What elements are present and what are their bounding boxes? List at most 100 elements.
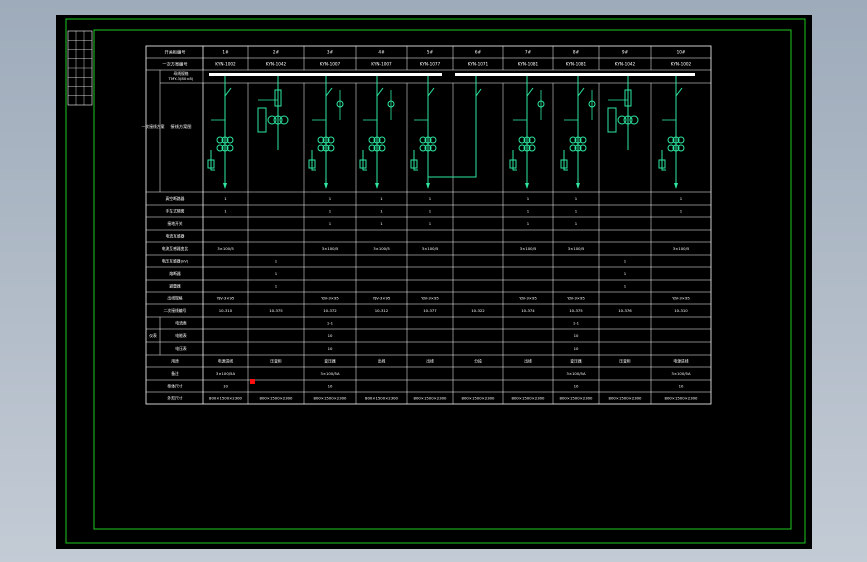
cabinet-number: 9# (622, 49, 629, 54)
cell-value: 3×100/5 (422, 246, 439, 251)
cell-value: 1 (329, 196, 332, 201)
breaker-contact (675, 87, 683, 97)
cell-value: 10-310 (674, 308, 688, 313)
cell-value: 1 (527, 208, 530, 213)
meter-label: 电流表 (175, 320, 187, 325)
row-label: 二次接线编号 (164, 308, 187, 313)
row-label: 熔断器 (169, 271, 181, 276)
cell-value: 电源进线 (218, 358, 233, 363)
cell-value: 1 (329, 208, 332, 213)
cell-value: 10-375 (569, 308, 583, 313)
cell-value: 出线 (426, 358, 434, 363)
busbar-right (455, 73, 695, 76)
cell-value: 1 (429, 196, 432, 201)
cell-value: 800×1500×2300 (609, 395, 643, 400)
cell-value: 10-374 (521, 308, 535, 313)
breaker-cabinet-scheme (560, 76, 596, 189)
cell-value: YJV-3×95 (217, 295, 235, 300)
cabinet-number: 2# (273, 49, 280, 54)
row-label: 电流互感器 (166, 233, 185, 238)
cabinet-number: 4# (378, 49, 385, 54)
cabinet-number: 3# (327, 49, 334, 54)
scheme-number: KYN-1007 (371, 61, 392, 66)
arrester (257, 107, 267, 133)
busbar-left (209, 73, 442, 76)
scheme-number: KYN-1007 (320, 61, 341, 66)
scheme-number: KYN-1081 (566, 61, 587, 66)
cell-value: 800×1500×2300 (665, 395, 699, 400)
breaker-contact (427, 87, 435, 97)
cell-value: 800×1500×2300 (209, 395, 243, 400)
pt-coil (629, 115, 639, 125)
cell-value: 3×100/5 (673, 246, 690, 251)
cell-value: 3×100/5A (566, 371, 586, 376)
cell-value: 压变柜 (619, 358, 631, 363)
cell-value: 1 (429, 221, 432, 226)
cell-value: 10-375 (269, 308, 283, 313)
drawing-canvas[interactable]: 开关柜编号一次方案编号 1# KYN-1002 2# KYN-1042 3# KYN-100… (0, 0, 867, 562)
arrow (324, 183, 328, 189)
cabinet-number: 6# (475, 49, 482, 54)
cell-value: 1 (380, 208, 383, 213)
row-label: 外形尺寸 (167, 395, 182, 400)
cell-value: YJV-3×95 (373, 295, 391, 300)
cell-value: 1 (380, 221, 383, 226)
meter-label: 电能表 (175, 333, 187, 338)
tie-contact (475, 88, 482, 97)
row-label: 出线规格 (167, 295, 182, 300)
cell-value: 分段 (474, 358, 482, 363)
cabinet-number: 1# (222, 49, 229, 54)
cell-value: 1 (527, 196, 530, 201)
breaker-contact (526, 87, 534, 97)
arrow (223, 183, 227, 189)
cell-value: 10-312 (375, 308, 389, 313)
scheme-number: KYN-1002 (671, 61, 692, 66)
busbar-spec: TMY-3(80×8) (168, 76, 194, 81)
cell-value: 1 (275, 283, 278, 288)
cell-value: YJV-3×95 (421, 295, 439, 300)
scheme-number: KYN-1077 (420, 61, 441, 66)
cell-value: YJV-3×95 (519, 295, 537, 300)
cell-value: 10 (679, 383, 684, 388)
breaker-cabinet-scheme (207, 76, 234, 189)
cell-value: YJV-3×95 (321, 295, 339, 300)
cell-value: 10-372 (323, 308, 337, 313)
scheme-number: KYN-1002 (215, 61, 236, 66)
cell-value: 3×100/5 (520, 246, 537, 251)
cell-value: 1 (624, 258, 627, 263)
row-label: 电流互感器变比 (162, 246, 189, 251)
scheme-number: KYN-1071 (468, 61, 489, 66)
cell-value: 10-376 (618, 308, 632, 313)
breaker-cabinet-scheme (509, 76, 545, 189)
cell-value: 10 (223, 383, 228, 388)
meter-value: 1-1 (327, 320, 334, 325)
single-line-schematics (207, 76, 685, 189)
pt-cabinet-scheme (607, 76, 639, 150)
cell-value: 1 (527, 221, 530, 226)
meter-value: 10 (328, 346, 333, 351)
title-block (67, 30, 93, 106)
cell-value: 1 (329, 221, 332, 226)
pt-cabinet-scheme (257, 76, 289, 150)
cell-value: 3×100/5 (568, 246, 585, 251)
cell-value: 10-322 (471, 308, 485, 313)
cell-value: 1 (680, 208, 683, 213)
header-label: 开关柜编号 (165, 48, 186, 55)
scheme-number: KYN-1042 (266, 61, 287, 66)
cell-value: 3×100/5 (217, 246, 234, 251)
breaker-contact (325, 87, 333, 97)
breaker-cabinet-scheme (308, 76, 344, 189)
cell-value: 出线 (378, 358, 386, 363)
arrow (674, 183, 678, 189)
arrester (607, 107, 617, 133)
cell-value: 电源进线 (673, 358, 688, 363)
row-label: 用途 (171, 358, 179, 363)
cell-value: 压变柜 (270, 358, 282, 363)
cell-value: 1 (380, 196, 383, 201)
outer-frame (65, 18, 806, 544)
meter-value: 10 (328, 333, 333, 338)
cell-value: 1 (224, 196, 227, 201)
cell-value: YJV-3×95 (672, 295, 690, 300)
cell-value: 变压器 (324, 358, 336, 363)
cell-value: 1 (680, 196, 683, 201)
